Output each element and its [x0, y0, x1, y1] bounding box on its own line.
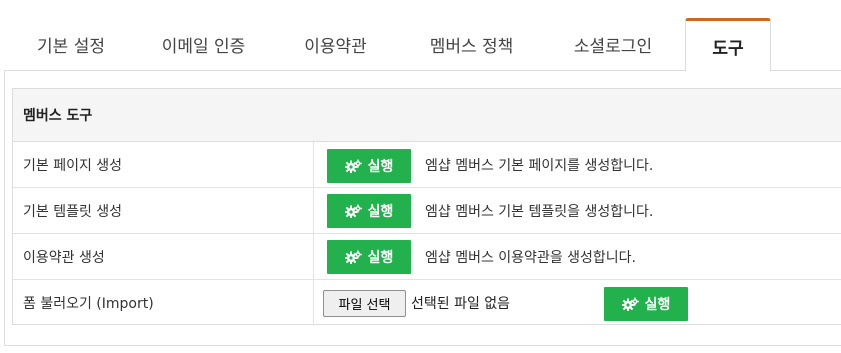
tab-email-verification[interactable]: 이메일 인증	[138, 18, 269, 71]
table-row: 기본 템플릿 생성 실행 엠샵 멤버스 기본 템플릿을 생성합니다.	[13, 188, 841, 234]
tab-label: 이용약관	[304, 37, 367, 57]
file-status: 선택된 파일 없음	[411, 296, 511, 312]
table-row: 이용약관 생성 실행 엠샵 멤버스 이용약관을 생성합니다.	[13, 234, 841, 280]
row-label: 기본 페이지 생성	[13, 142, 314, 187]
tab-label: 소셜로그인	[573, 37, 653, 57]
row-label: 폼 불러오기 (Import)	[13, 280, 314, 326]
tab-social-login[interactable]: 소셜로그인	[541, 18, 685, 71]
table-row: 기본 페이지 생성 실행 엠샵 멤버스 기본 페이지를 생성합니다.	[13, 142, 841, 188]
table-row: 폼 불러오기 (Import) 파일 선택 선택된 파일 없음 실행	[13, 280, 841, 326]
import-run-button[interactable]: 실행	[604, 287, 688, 321]
tab-members-policy[interactable]: 멤버스 정책	[402, 18, 541, 71]
run-button-label: 실행	[367, 159, 394, 175]
row-label: 기본 템플릿 생성	[13, 188, 314, 233]
gears-icon	[344, 159, 362, 173]
row-description: 엠샵 멤버스 이용약관을 생성합니다.	[425, 249, 636, 266]
section-title: 멤버스 도구	[13, 89, 841, 142]
tab-bar: 기본 설정 이메일 인증 이용약관 멤버스 정책 소셜로그인 도구	[4, 0, 841, 72]
tab-terms[interactable]: 이용약관	[269, 18, 402, 71]
run-button[interactable]: 실행	[327, 194, 411, 228]
gears-icon	[621, 297, 639, 311]
tab-basic-settings[interactable]: 기본 설정	[4, 18, 138, 71]
tab-label: 멤버스 정책	[429, 37, 514, 57]
run-button-label: 실행	[367, 204, 394, 220]
file-select-button[interactable]: 파일 선택	[323, 290, 406, 317]
run-button-label: 실행	[644, 297, 671, 313]
tab-label: 도구	[712, 38, 744, 59]
run-button[interactable]: 실행	[327, 240, 411, 274]
gears-icon	[344, 204, 362, 218]
row-description: 엠샵 멤버스 기본 페이지를 생성합니다.	[425, 157, 654, 174]
run-button[interactable]: 실행	[327, 149, 411, 183]
row-description: 엠샵 멤버스 기본 템플릿을 생성합니다.	[425, 203, 654, 220]
gears-icon	[344, 250, 362, 264]
tools-panel: 멤버스 도구 기본 페이지 생성 실행 엠샵 멤버스 기본 페이지를 생성합니다…	[4, 71, 841, 346]
tab-tools[interactable]: 도구	[685, 18, 771, 72]
row-label: 이용약관 생성	[13, 234, 314, 279]
tab-label: 이메일 인증	[161, 37, 246, 57]
run-button-label: 실행	[367, 250, 394, 266]
tab-label: 기본 설정	[37, 37, 105, 57]
tools-table: 멤버스 도구 기본 페이지 생성 실행 엠샵 멤버스 기본 페이지를 생성합니다…	[12, 88, 841, 326]
